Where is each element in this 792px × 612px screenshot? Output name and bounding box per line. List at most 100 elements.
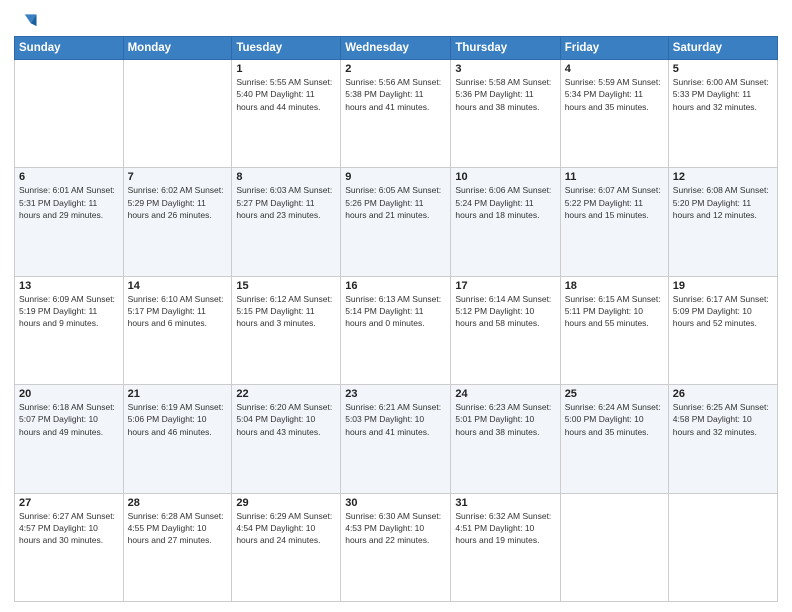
day-number: 23 [345, 388, 446, 400]
day-number: 7 [128, 171, 228, 183]
calendar-cell: 27Sunrise: 6:27 AM Sunset: 4:57 PM Dayli… [15, 493, 124, 601]
day-info: Sunrise: 6:09 AM Sunset: 5:19 PM Dayligh… [19, 293, 119, 330]
col-header-saturday: Saturday [668, 37, 777, 60]
calendar-cell: 8Sunrise: 6:03 AM Sunset: 5:27 PM Daylig… [232, 168, 341, 276]
calendar-cell: 7Sunrise: 6:02 AM Sunset: 5:29 PM Daylig… [123, 168, 232, 276]
day-number: 31 [455, 497, 555, 509]
week-row-1: 6Sunrise: 6:01 AM Sunset: 5:31 PM Daylig… [15, 168, 778, 276]
day-info: Sunrise: 6:18 AM Sunset: 5:07 PM Dayligh… [19, 401, 119, 438]
calendar-cell: 2Sunrise: 5:56 AM Sunset: 5:38 PM Daylig… [341, 60, 451, 168]
day-number: 17 [455, 280, 555, 292]
calendar-cell: 3Sunrise: 5:58 AM Sunset: 5:36 PM Daylig… [451, 60, 560, 168]
day-info: Sunrise: 6:27 AM Sunset: 4:57 PM Dayligh… [19, 510, 119, 547]
day-info: Sunrise: 6:10 AM Sunset: 5:17 PM Dayligh… [128, 293, 228, 330]
day-info: Sunrise: 6:03 AM Sunset: 5:27 PM Dayligh… [236, 184, 336, 221]
calendar-cell: 12Sunrise: 6:08 AM Sunset: 5:20 PM Dayli… [668, 168, 777, 276]
calendar-cell: 29Sunrise: 6:29 AM Sunset: 4:54 PM Dayli… [232, 493, 341, 601]
day-info: Sunrise: 6:28 AM Sunset: 4:55 PM Dayligh… [128, 510, 228, 547]
day-number: 20 [19, 388, 119, 400]
day-info: Sunrise: 6:19 AM Sunset: 5:06 PM Dayligh… [128, 401, 228, 438]
page: SundayMondayTuesdayWednesdayThursdayFrid… [0, 0, 792, 612]
day-info: Sunrise: 6:12 AM Sunset: 5:15 PM Dayligh… [236, 293, 336, 330]
day-info: Sunrise: 5:58 AM Sunset: 5:36 PM Dayligh… [455, 76, 555, 113]
day-number: 18 [565, 280, 664, 292]
calendar-cell: 1Sunrise: 5:55 AM Sunset: 5:40 PM Daylig… [232, 60, 341, 168]
calendar-cell: 22Sunrise: 6:20 AM Sunset: 5:04 PM Dayli… [232, 385, 341, 493]
day-info: Sunrise: 5:56 AM Sunset: 5:38 PM Dayligh… [345, 76, 446, 113]
day-info: Sunrise: 6:30 AM Sunset: 4:53 PM Dayligh… [345, 510, 446, 547]
day-number: 16 [345, 280, 446, 292]
day-number: 24 [455, 388, 555, 400]
day-number: 21 [128, 388, 228, 400]
col-header-tuesday: Tuesday [232, 37, 341, 60]
calendar-cell: 16Sunrise: 6:13 AM Sunset: 5:14 PM Dayli… [341, 276, 451, 384]
day-info: Sunrise: 6:07 AM Sunset: 5:22 PM Dayligh… [565, 184, 664, 221]
calendar-cell: 31Sunrise: 6:32 AM Sunset: 4:51 PM Dayli… [451, 493, 560, 601]
day-info: Sunrise: 6:32 AM Sunset: 4:51 PM Dayligh… [455, 510, 555, 547]
calendar-cell: 20Sunrise: 6:18 AM Sunset: 5:07 PM Dayli… [15, 385, 124, 493]
day-number: 12 [673, 171, 773, 183]
col-header-monday: Monday [123, 37, 232, 60]
day-info: Sunrise: 6:13 AM Sunset: 5:14 PM Dayligh… [345, 293, 446, 330]
calendar-cell: 10Sunrise: 6:06 AM Sunset: 5:24 PM Dayli… [451, 168, 560, 276]
day-number: 9 [345, 171, 446, 183]
calendar-cell: 28Sunrise: 6:28 AM Sunset: 4:55 PM Dayli… [123, 493, 232, 601]
day-number: 19 [673, 280, 773, 292]
col-header-friday: Friday [560, 37, 668, 60]
day-info: Sunrise: 5:55 AM Sunset: 5:40 PM Dayligh… [236, 76, 336, 113]
calendar-cell: 13Sunrise: 6:09 AM Sunset: 5:19 PM Dayli… [15, 276, 124, 384]
day-info: Sunrise: 6:05 AM Sunset: 5:26 PM Dayligh… [345, 184, 446, 221]
calendar-cell: 4Sunrise: 5:59 AM Sunset: 5:34 PM Daylig… [560, 60, 668, 168]
calendar-header-row: SundayMondayTuesdayWednesdayThursdayFrid… [15, 37, 778, 60]
calendar-cell: 9Sunrise: 6:05 AM Sunset: 5:26 PM Daylig… [341, 168, 451, 276]
day-number: 2 [345, 63, 446, 75]
calendar-cell: 15Sunrise: 6:12 AM Sunset: 5:15 PM Dayli… [232, 276, 341, 384]
day-info: Sunrise: 6:20 AM Sunset: 5:04 PM Dayligh… [236, 401, 336, 438]
calendar-cell: 19Sunrise: 6:17 AM Sunset: 5:09 PM Dayli… [668, 276, 777, 384]
calendar-cell: 6Sunrise: 6:01 AM Sunset: 5:31 PM Daylig… [15, 168, 124, 276]
day-number: 6 [19, 171, 119, 183]
day-info: Sunrise: 6:15 AM Sunset: 5:11 PM Dayligh… [565, 293, 664, 330]
calendar-cell: 18Sunrise: 6:15 AM Sunset: 5:11 PM Dayli… [560, 276, 668, 384]
calendar-cell: 26Sunrise: 6:25 AM Sunset: 4:58 PM Dayli… [668, 385, 777, 493]
day-number: 8 [236, 171, 336, 183]
calendar-cell: 21Sunrise: 6:19 AM Sunset: 5:06 PM Dayli… [123, 385, 232, 493]
day-info: Sunrise: 6:24 AM Sunset: 5:00 PM Dayligh… [565, 401, 664, 438]
calendar-cell: 24Sunrise: 6:23 AM Sunset: 5:01 PM Dayli… [451, 385, 560, 493]
day-number: 1 [236, 63, 336, 75]
logo [14, 10, 38, 28]
calendar-cell [15, 60, 124, 168]
week-row-2: 13Sunrise: 6:09 AM Sunset: 5:19 PM Dayli… [15, 276, 778, 384]
day-number: 28 [128, 497, 228, 509]
day-info: Sunrise: 6:21 AM Sunset: 5:03 PM Dayligh… [345, 401, 446, 438]
calendar-cell: 17Sunrise: 6:14 AM Sunset: 5:12 PM Dayli… [451, 276, 560, 384]
week-row-4: 27Sunrise: 6:27 AM Sunset: 4:57 PM Dayli… [15, 493, 778, 601]
day-info: Sunrise: 6:02 AM Sunset: 5:29 PM Dayligh… [128, 184, 228, 221]
day-number: 13 [19, 280, 119, 292]
week-row-3: 20Sunrise: 6:18 AM Sunset: 5:07 PM Dayli… [15, 385, 778, 493]
day-info: Sunrise: 6:00 AM Sunset: 5:33 PM Dayligh… [673, 76, 773, 113]
day-number: 26 [673, 388, 773, 400]
calendar-cell [668, 493, 777, 601]
day-info: Sunrise: 6:08 AM Sunset: 5:20 PM Dayligh… [673, 184, 773, 221]
day-info: Sunrise: 6:01 AM Sunset: 5:31 PM Dayligh… [19, 184, 119, 221]
day-number: 15 [236, 280, 336, 292]
col-header-thursday: Thursday [451, 37, 560, 60]
calendar-cell: 30Sunrise: 6:30 AM Sunset: 4:53 PM Dayli… [341, 493, 451, 601]
logo-icon [16, 10, 38, 32]
day-info: Sunrise: 5:59 AM Sunset: 5:34 PM Dayligh… [565, 76, 664, 113]
day-number: 27 [19, 497, 119, 509]
day-number: 3 [455, 63, 555, 75]
calendar-cell: 25Sunrise: 6:24 AM Sunset: 5:00 PM Dayli… [560, 385, 668, 493]
header [14, 10, 778, 28]
calendar-cell [560, 493, 668, 601]
col-header-wednesday: Wednesday [341, 37, 451, 60]
day-info: Sunrise: 6:25 AM Sunset: 4:58 PM Dayligh… [673, 401, 773, 438]
day-number: 11 [565, 171, 664, 183]
day-number: 5 [673, 63, 773, 75]
calendar-cell [123, 60, 232, 168]
day-number: 14 [128, 280, 228, 292]
day-info: Sunrise: 6:17 AM Sunset: 5:09 PM Dayligh… [673, 293, 773, 330]
day-number: 10 [455, 171, 555, 183]
logo-text [14, 10, 38, 32]
